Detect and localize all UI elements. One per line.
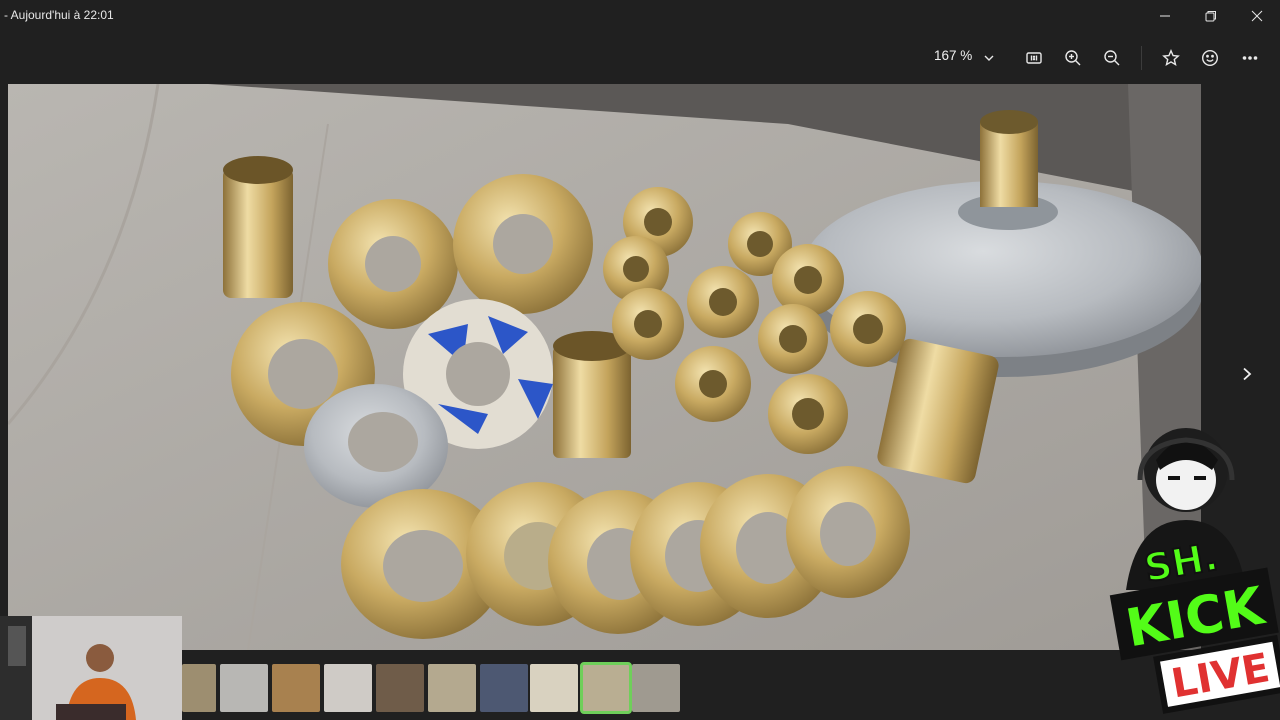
favorite-button[interactable] bbox=[1155, 44, 1187, 72]
actual-size-icon bbox=[1026, 52, 1042, 64]
filmstrip-thumbnail-selected[interactable] bbox=[580, 662, 632, 714]
stream-badge-overlay: SH. KICK LIVE bbox=[1109, 428, 1280, 714]
close-icon bbox=[1251, 10, 1263, 22]
webcam-overlay bbox=[0, 616, 182, 720]
restore-button[interactable] bbox=[1188, 0, 1234, 32]
minimize-icon bbox=[1160, 15, 1170, 17]
viewer-toolbar: 167 % bbox=[0, 32, 1280, 84]
title-bar: - Aujourd'hui à 22:01 bbox=[0, 0, 1280, 32]
image-viewer bbox=[0, 84, 1280, 720]
filmstrip-thumbnail[interactable] bbox=[272, 664, 320, 712]
more-options-icon bbox=[1242, 56, 1258, 60]
smile-icon bbox=[1201, 49, 1219, 67]
restore-icon bbox=[1205, 11, 1216, 22]
filmstrip-thumbnail[interactable] bbox=[182, 664, 216, 712]
filmstrip-thumbnail[interactable] bbox=[324, 664, 372, 712]
filmstrip-thumbnail[interactable] bbox=[480, 664, 528, 712]
star-icon bbox=[1162, 49, 1180, 67]
chevron-down-icon bbox=[984, 55, 994, 61]
filmstrip-thumbnail[interactable] bbox=[530, 664, 578, 712]
filmstrip-thumbnail[interactable] bbox=[428, 664, 476, 712]
filmstrip bbox=[182, 662, 702, 714]
window-title: - Aujourd'hui à 22:01 bbox=[4, 8, 114, 22]
filmstrip-thumbnail[interactable] bbox=[376, 664, 424, 712]
next-image-button[interactable] bbox=[1233, 360, 1261, 388]
zoom-in-button[interactable] bbox=[1057, 44, 1089, 72]
main-photo[interactable] bbox=[8, 84, 1201, 650]
minimize-button[interactable] bbox=[1142, 0, 1188, 32]
chevron-right-icon bbox=[1243, 367, 1252, 381]
filmstrip-thumbnail[interactable] bbox=[632, 664, 680, 712]
zoom-level[interactable]: 167 % bbox=[934, 48, 972, 63]
close-button[interactable] bbox=[1234, 0, 1280, 32]
zoom-out-icon bbox=[1104, 50, 1120, 66]
zoom-in-icon bbox=[1065, 50, 1081, 66]
more-options-button[interactable] bbox=[1234, 44, 1266, 72]
zoom-out-button[interactable] bbox=[1096, 44, 1128, 72]
actual-size-button[interactable] bbox=[1018, 44, 1050, 72]
feedback-button[interactable] bbox=[1194, 44, 1226, 72]
filmstrip-thumbnail[interactable] bbox=[220, 664, 268, 712]
zoom-dropdown-button[interactable] bbox=[974, 44, 1004, 72]
toolbar-divider bbox=[1141, 46, 1142, 70]
